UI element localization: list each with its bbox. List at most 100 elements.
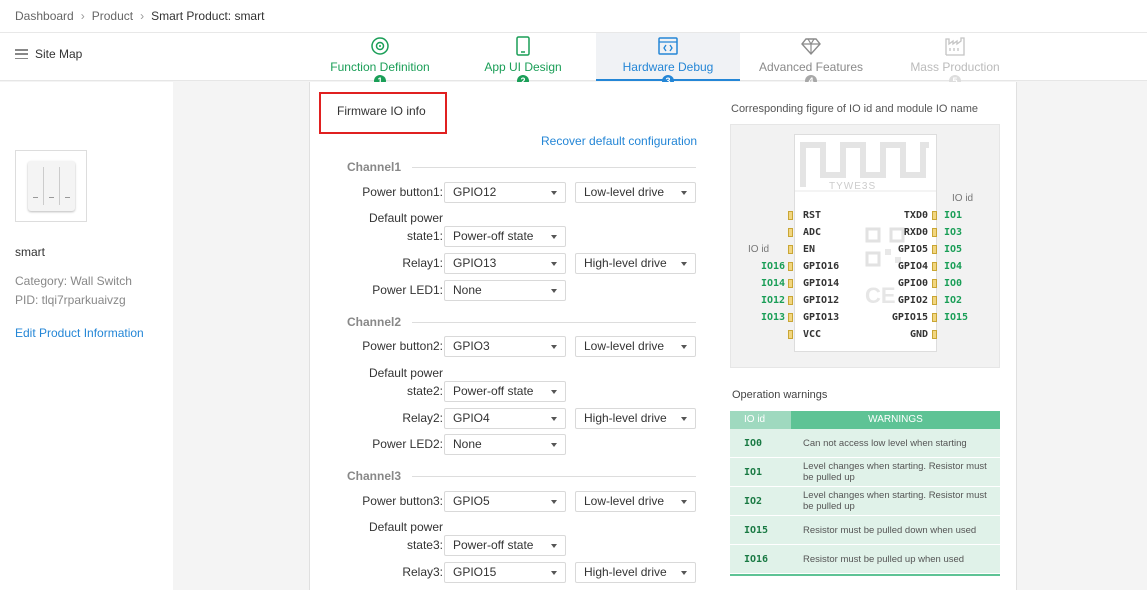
chevron-right-icon: › <box>80 9 85 23</box>
power-led-select[interactable]: None <box>444 280 566 301</box>
default-power-select[interactable]: Power-off state <box>444 535 566 556</box>
io-id: IO1 <box>944 210 963 221</box>
caret-down-icon <box>681 262 687 266</box>
caret-down-icon <box>551 191 557 195</box>
io-id: IO12 <box>761 295 786 306</box>
warning-text: Resistor must be pulled up when used <box>791 545 1000 573</box>
step-mass-production[interactable]: Mass Production 5 <box>900 33 1010 87</box>
relay-select[interactable]: GPIO15 <box>444 562 566 583</box>
caret-down-icon <box>551 500 557 504</box>
drive-select[interactable]: High-level drive <box>575 253 696 274</box>
caret-down-icon <box>681 191 687 195</box>
site-map-button[interactable]: Site Map <box>15 47 82 61</box>
power-button-select[interactable]: GPIO5 <box>444 491 566 512</box>
warning-text: Resistor must be pulled down when used <box>791 516 1000 544</box>
default-power-label-line2: state3: <box>406 538 443 552</box>
warning-io: IO0 <box>730 429 791 457</box>
recover-default-link[interactable]: Recover default configuration <box>541 134 697 148</box>
pin-pad <box>788 228 793 237</box>
pin-name: GPIO13 <box>803 312 840 323</box>
drive-select[interactable]: Low-level drive <box>575 336 696 357</box>
default-power-label-line2: state2: <box>406 384 443 398</box>
relay-select[interactable]: GPIO4 <box>444 408 566 429</box>
io-id: IO14 <box>761 278 786 289</box>
wall-switch-icon <box>28 161 75 211</box>
channel-title: Channel2 <box>347 315 402 329</box>
pin-pad <box>788 330 793 339</box>
warning-io: IO16 <box>730 545 791 573</box>
drive-select[interactable]: High-level drive <box>575 562 696 583</box>
caret-down-icon <box>551 289 557 293</box>
warning-io: IO1 <box>730 458 791 486</box>
step-hardware-debug[interactable]: Hardware Debug 3 <box>596 33 740 87</box>
chip-model: TYWE3S <box>829 181 877 192</box>
caret-down-icon <box>681 345 687 349</box>
breadcrumb-product[interactable]: Product <box>92 9 133 23</box>
pin-name: VCC <box>803 329 822 340</box>
product-info-panel: smart Category: Wall Switch PID: tlqi7rp… <box>0 82 173 590</box>
steps-header: Site Map Function Definition 1 App UI De… <box>0 33 1147 87</box>
step-function-definition[interactable]: Function Definition 1 <box>325 33 435 87</box>
drive-select[interactable]: High-level drive <box>575 408 696 429</box>
caret-down-icon <box>681 571 687 575</box>
pin-name: RST <box>803 210 822 221</box>
table-row: IO1 Level changes when starting. Resisto… <box>730 458 1000 487</box>
default-power-select[interactable]: Power-off state <box>444 226 566 247</box>
warning-io: IO15 <box>730 516 791 544</box>
pin-pad <box>932 211 937 220</box>
drive-select[interactable]: Low-level drive <box>575 182 696 203</box>
edit-product-link[interactable]: Edit Product Information <box>15 326 144 340</box>
chevron-right-icon: › <box>140 9 145 23</box>
col-warnings: WARNINGS <box>791 411 1000 429</box>
caret-down-icon <box>551 417 557 421</box>
caret-down-icon <box>681 500 687 504</box>
step-label: App UI Design <box>484 60 562 74</box>
power-button-label: Power button2: <box>362 339 443 353</box>
relay-label: Relay1: <box>402 256 443 270</box>
warning-text: Can not access low level when starting <box>791 429 1000 457</box>
pin-name: RXD0 <box>903 227 928 238</box>
pin-pad <box>788 279 793 288</box>
breadcrumb-dashboard[interactable]: Dashboard <box>15 9 74 23</box>
pin-pad <box>788 211 793 220</box>
pin-name: GPIO4 <box>897 261 928 272</box>
channel-title: Channel1 <box>347 160 402 174</box>
warnings-title: Operation warnings <box>732 389 828 401</box>
io-id: IO3 <box>944 227 963 238</box>
pin-pad <box>932 245 937 254</box>
pin-pad <box>932 262 937 271</box>
factory-icon <box>945 37 965 56</box>
power-button-label: Power button3: <box>362 494 443 508</box>
power-button-select[interactable]: GPIO12 <box>444 182 566 203</box>
power-led-select[interactable]: None <box>444 434 566 455</box>
table-row: IO0 Can not access low level when starti… <box>730 429 1000 458</box>
pin-pad <box>932 313 937 322</box>
firmware-title: Firmware IO info <box>337 104 426 118</box>
pin-name: GPIO12 <box>803 295 840 306</box>
default-power-label: Default power <box>368 211 443 225</box>
breadcrumb-current: Smart Product: smart <box>151 9 265 23</box>
caret-down-icon <box>551 345 557 349</box>
warnings-table-header: IO id WARNINGS <box>730 411 1000 429</box>
step-advanced-features[interactable]: Advanced Features 4 <box>752 33 870 87</box>
pin-name: GND <box>909 329 928 340</box>
product-category: Category: Wall Switch <box>15 274 132 288</box>
step-label: Advanced Features <box>758 60 864 74</box>
product-image <box>15 150 87 222</box>
divider <box>412 167 696 168</box>
io-id: IO16 <box>761 261 786 272</box>
channel-title: Channel3 <box>347 469 402 483</box>
warnings-table: IO id WARNINGS IO0 Can not access low le… <box>730 411 1000 576</box>
power-button-select[interactable]: GPIO3 <box>444 336 566 357</box>
caret-down-icon <box>551 571 557 575</box>
caret-down-icon <box>551 235 557 239</box>
product-name: smart <box>15 245 45 259</box>
drive-select[interactable]: Low-level drive <box>575 491 696 512</box>
relay-select[interactable]: GPIO13 <box>444 253 566 274</box>
pin-pad <box>788 262 793 271</box>
default-power-select[interactable]: Power-off state <box>444 381 566 402</box>
table-row: IO15 Resistor must be pulled down when u… <box>730 516 1000 545</box>
io-id: IO15 <box>944 312 969 323</box>
breadcrumb: Dashboard › Product › Smart Product: sma… <box>0 0 1147 33</box>
step-app-ui-design[interactable]: App UI Design 2 <box>478 33 568 87</box>
